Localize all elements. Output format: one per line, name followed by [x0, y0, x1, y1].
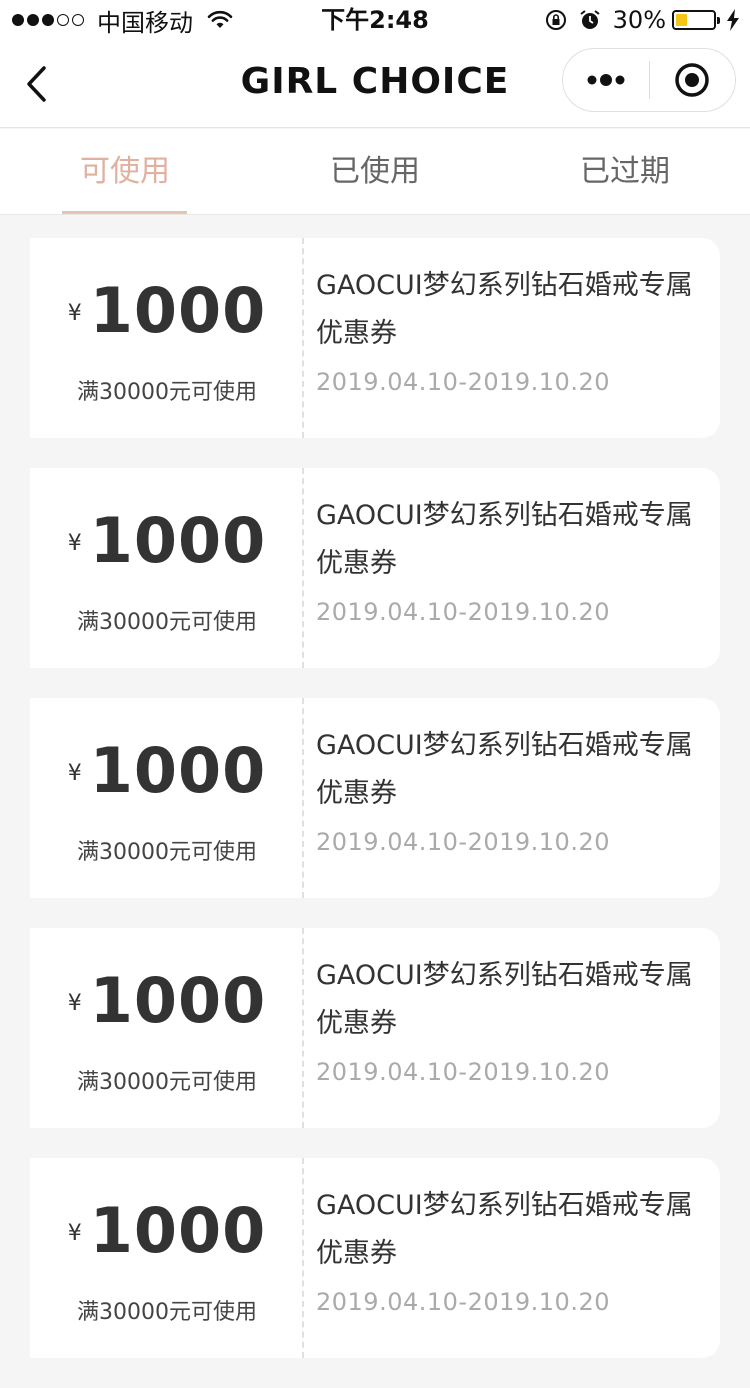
currency-symbol: ¥ — [67, 761, 82, 786]
coupon-amount: 1000 — [89, 734, 267, 807]
coupon-status-tabs: 可使用 已使用 已过期 — [0, 129, 750, 215]
coupon-info-section: GAOCUI梦幻系列钻石婚戒专属优惠券 2019.04.10-2019.10.2… — [304, 238, 720, 438]
coupon-info-section: GAOCUI梦幻系列钻石婚戒专属优惠券 2019.04.10-2019.10.2… — [304, 1158, 720, 1358]
currency-symbol: ¥ — [67, 301, 82, 326]
coupon-card[interactable]: ¥1000 满30000元可使用 GAOCUI梦幻系列钻石婚戒专属优惠券 201… — [30, 928, 720, 1128]
coupon-condition: 满30000元可使用 — [77, 380, 257, 405]
rotation-lock-icon — [545, 10, 566, 30]
target-close-icon — [675, 63, 709, 97]
status-bar-right: 30% — [545, 6, 740, 34]
coupon-validity-date: 2019.04.10-2019.10.20 — [316, 828, 610, 856]
status-bar: 中国移动 下午2:48 30% — [0, 0, 750, 40]
coupon-info-section: GAOCUI梦幻系列钻石婚戒专属优惠券 2019.04.10-2019.10.2… — [304, 698, 720, 898]
currency-symbol: ¥ — [67, 531, 82, 556]
coupon-amount-row: ¥1000 — [30, 964, 304, 1037]
tab-used[interactable]: 已使用 — [250, 129, 500, 214]
coupon-validity-date: 2019.04.10-2019.10.20 — [316, 1058, 610, 1086]
currency-symbol: ¥ — [67, 991, 82, 1016]
coupon-value-section: ¥1000 满30000元可使用 — [30, 238, 304, 438]
battery-icon — [672, 10, 720, 30]
coupon-condition: 满30000元可使用 — [77, 840, 257, 865]
coupon-card[interactable]: ¥1000 满30000元可使用 GAOCUI梦幻系列钻石婚戒专属优惠券 201… — [30, 468, 720, 668]
coupon-amount: 1000 — [89, 964, 267, 1037]
more-button[interactable] — [563, 48, 649, 112]
coupon-value-section: ¥1000 满30000元可使用 — [30, 698, 304, 898]
coupon-value-section: ¥1000 满30000元可使用 — [30, 1158, 304, 1358]
nav-bar: GIRL CHOICE — [0, 40, 750, 128]
coupon-title: GAOCUI梦幻系列钻石婚戒专属优惠券 — [316, 960, 693, 1039]
battery-percent: 30% — [612, 6, 666, 34]
tab-label: 已过期 — [580, 154, 670, 189]
coupon-condition: 满30000元可使用 — [77, 610, 257, 635]
tab-label: 已使用 — [330, 154, 420, 189]
coupon-amount: 1000 — [89, 1194, 267, 1267]
coupon-title: GAOCUI梦幻系列钻石婚戒专属优惠券 — [316, 270, 693, 349]
close-mini-program-button[interactable] — [650, 48, 736, 112]
coupon-validity-date: 2019.04.10-2019.10.20 — [316, 1288, 610, 1316]
coupon-value-section: ¥1000 满30000元可使用 — [30, 468, 304, 668]
coupon-condition: 满30000元可使用 — [77, 1300, 257, 1325]
coupon-card[interactable]: ¥1000 满30000元可使用 GAOCUI梦幻系列钻石婚戒专属优惠券 201… — [30, 1158, 720, 1358]
battery-level — [676, 14, 687, 26]
tab-active-indicator — [62, 211, 187, 214]
coupon-title: GAOCUI梦幻系列钻石婚戒专属优惠券 — [316, 730, 693, 809]
back-button[interactable] — [14, 60, 58, 108]
coupon-card[interactable]: ¥1000 满30000元可使用 GAOCUI梦幻系列钻石婚戒专属优惠券 201… — [30, 238, 720, 438]
coupon-card[interactable]: ¥1000 满30000元可使用 GAOCUI梦幻系列钻石婚戒专属优惠券 201… — [30, 698, 720, 898]
tab-label: 可使用 — [80, 154, 170, 189]
coupon-validity-date: 2019.04.10-2019.10.20 — [316, 368, 610, 396]
coupon-title: GAOCUI梦幻系列钻石婚戒专属优惠券 — [316, 500, 693, 579]
coupon-title: GAOCUI梦幻系列钻石婚戒专属优惠券 — [316, 1190, 693, 1269]
coupon-info-section: GAOCUI梦幻系列钻石婚戒专属优惠券 2019.04.10-2019.10.2… — [304, 468, 720, 668]
coupon-amount-row: ¥1000 — [30, 504, 304, 577]
coupon-amount-row: ¥1000 — [30, 1194, 304, 1267]
mini-program-capsule — [562, 48, 736, 112]
more-dots-icon — [587, 74, 625, 86]
coupon-list: ¥1000 满30000元可使用 GAOCUI梦幻系列钻石婚戒专属优惠券 201… — [30, 238, 720, 1388]
coupon-validity-date: 2019.04.10-2019.10.20 — [316, 598, 610, 626]
tab-expired[interactable]: 已过期 — [500, 129, 750, 214]
currency-symbol: ¥ — [67, 1221, 82, 1246]
tab-available[interactable]: 可使用 — [0, 129, 250, 214]
coupon-condition: 满30000元可使用 — [77, 1070, 257, 1095]
charging-bolt-icon — [727, 9, 739, 31]
coupon-amount: 1000 — [89, 274, 267, 347]
coupon-amount-row: ¥1000 — [30, 274, 304, 347]
coupon-amount: 1000 — [89, 504, 267, 577]
coupon-info-section: GAOCUI梦幻系列钻石婚戒专属优惠券 2019.04.10-2019.10.2… — [304, 928, 720, 1128]
chevron-left-icon — [27, 66, 46, 102]
coupon-amount-row: ¥1000 — [30, 734, 304, 807]
coupon-value-section: ¥1000 满30000元可使用 — [30, 928, 304, 1128]
alarm-icon — [580, 10, 600, 29]
